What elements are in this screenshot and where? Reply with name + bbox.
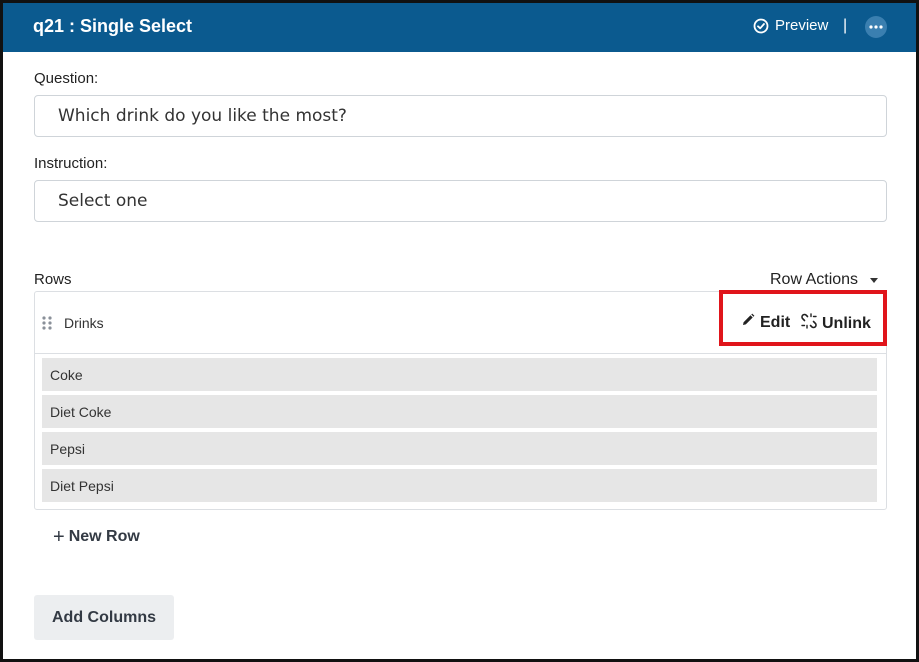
- edit-label: Edit: [760, 313, 791, 331]
- row-group-header: Drinks Edit Unlink: [35, 290, 887, 354]
- drag-handle-icon[interactable]: [42, 316, 52, 335]
- preview-button[interactable]: Preview: [753, 17, 828, 34]
- preview-label: Preview: [775, 17, 829, 34]
- edit-button[interactable]: Edit: [741, 313, 790, 332]
- question-title: q21 : Single Select: [33, 16, 193, 36]
- add-columns-button[interactable]: Add Columns: [34, 595, 174, 640]
- question-label: Question:: [34, 70, 99, 87]
- header-separator: |: [843, 17, 848, 34]
- rows-label: Rows: [34, 271, 72, 288]
- ellipsis-icon: [869, 25, 883, 29]
- question-editor-panel: q21 : Single Select Preview | Question: …: [0, 0, 919, 662]
- row-group: Drinks Edit Unlink Coke Diet Coke Pepsi …: [34, 290, 887, 510]
- row-item[interactable]: Pepsi: [42, 432, 877, 465]
- row-item[interactable]: Diet Pepsi: [42, 469, 877, 502]
- unlink-icon: [801, 313, 817, 334]
- row-items-list: Coke Diet Coke Pepsi Diet Pepsi: [42, 358, 877, 506]
- question-input[interactable]: Which drink do you like the most?: [34, 95, 887, 137]
- row-item[interactable]: Diet Coke: [42, 395, 877, 428]
- row-actions-label: Row Actions: [770, 271, 859, 288]
- unlink-button[interactable]: Unlink: [801, 313, 871, 334]
- caret-down-icon: [870, 277, 879, 283]
- pencil-icon: [741, 313, 755, 332]
- new-row-label: New Row: [68, 528, 140, 545]
- unlink-label: Unlink: [822, 314, 871, 332]
- row-item[interactable]: Coke: [42, 358, 877, 391]
- more-options-button[interactable]: [865, 16, 887, 38]
- plus-icon: +: [53, 526, 65, 548]
- row-group-name: Drinks: [64, 315, 104, 331]
- editor-header: q21 : Single Select Preview |: [3, 3, 916, 52]
- instruction-input[interactable]: Select one: [34, 180, 887, 222]
- preview-icon: [753, 18, 769, 34]
- instruction-label: Instruction:: [34, 155, 108, 172]
- row-actions-dropdown[interactable]: Row Actions: [770, 271, 879, 289]
- new-row-button[interactable]: + New Row: [53, 526, 140, 548]
